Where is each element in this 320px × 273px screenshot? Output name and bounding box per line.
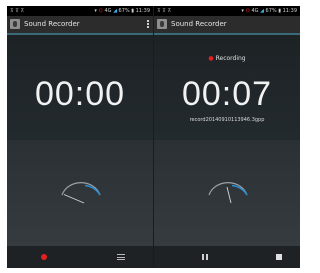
control-bar: [7, 246, 153, 268]
battery-and-clock: 67% ▮ 11:39: [263, 8, 297, 14]
timer-panel: 00:00: [7, 35, 153, 140]
app-title: Sound Recorder: [24, 20, 80, 28]
screenshot-frame: ⊼ ⊼ ⊼ ▾ ⌬ 4G ◢ 67% ▮ 11:39 Sound Recorde…: [7, 6, 300, 268]
status-bar: ⊼ ⊼ ⊼ ▾ ⌬ 4G ◢ 67% ▮ 11:39: [154, 6, 300, 16]
app-bar: Sound Recorder: [154, 16, 300, 35]
pause-button[interactable]: [199, 251, 211, 263]
meter-panel: [154, 140, 300, 246]
vu-meter-icon: [61, 182, 101, 204]
elapsed-time: 00:00: [34, 75, 126, 113]
network-type: 4G: [249, 8, 261, 14]
recording-filename: record20140910113946.3gpp: [189, 117, 265, 123]
meter-panel: [7, 140, 153, 246]
pause-icon: [202, 254, 204, 260]
status-bar: ⊼ ⊼ ⊼ ▾ ⌬ 4G ◢ 67% ▮ 11:39: [7, 6, 153, 16]
vu-meter-icon: [208, 182, 248, 204]
notification-icons: ⊼ ⊼ ⊼: [157, 8, 172, 14]
status-indicators: ▾ ⌬ 4G ◢ 67% ▮ 11:39: [94, 6, 150, 16]
timer-panel: ● Recording 00:07 record20140910113946.3g…: [154, 35, 300, 140]
left-screen: ⊼ ⊼ ⊼ ▾ ⌬ 4G ◢ 67% ▮ 11:39 Sound Recorde…: [7, 6, 153, 268]
control-bar: [154, 246, 300, 268]
status-indicators: ▾ ⌬ 4G ◢ 67% ▮ 11:39: [241, 6, 297, 16]
notification-icons: ⊼ ⊼ ⊼: [10, 8, 25, 14]
record-icon: [41, 254, 47, 260]
stop-button[interactable]: [273, 251, 285, 263]
recording-status: ● Recording: [154, 55, 300, 62]
recording-dot-icon: ●: [208, 55, 214, 62]
recordings-list-button[interactable]: [115, 251, 127, 263]
app-icon[interactable]: [10, 19, 20, 29]
record-button[interactable]: [38, 251, 50, 263]
app-title: Sound Recorder: [171, 20, 227, 28]
right-screen: ⊼ ⊼ ⊼ ▾ ⌬ 4G ◢ 67% ▮ 11:39 Sound Recorde…: [154, 6, 300, 268]
app-icon[interactable]: [157, 19, 167, 29]
elapsed-time: 00:07: [181, 75, 273, 113]
recording-label: Recording: [215, 55, 246, 62]
overflow-menu-icon[interactable]: [147, 20, 149, 30]
stop-icon: [276, 254, 282, 260]
app-bar: Sound Recorder: [7, 16, 153, 35]
battery-and-clock: 67% ▮ 11:39: [116, 8, 150, 14]
network-type: 4G: [102, 8, 114, 14]
